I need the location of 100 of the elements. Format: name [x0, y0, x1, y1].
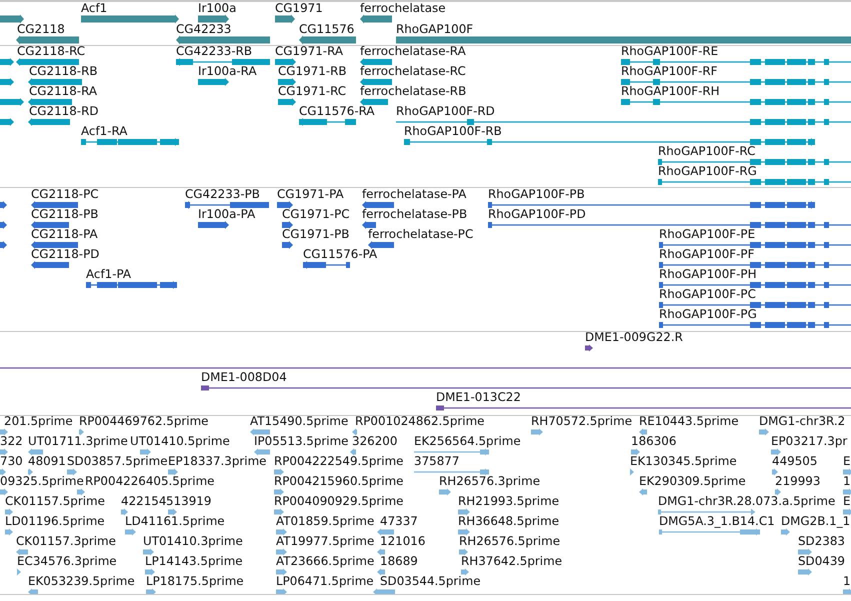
- protein-label: ferrochelatase-PC: [368, 228, 474, 241]
- protein-glyph: [277, 201, 293, 209]
- est-label: RP001024862.5prime: [355, 416, 485, 428]
- transcript-label: CG11576-RA: [299, 105, 375, 118]
- est-label: AT23666.5prime: [276, 555, 374, 568]
- est-glyph: [145, 568, 155, 576]
- est-label: 09325.5prime: [0, 475, 84, 488]
- transcript-glyph: [16, 58, 79, 66]
- protein-label: RhoGAP100F-PG: [659, 308, 757, 321]
- est-glyph: [639, 428, 647, 436]
- transcript-glyph: [28, 118, 70, 126]
- clone-label: DME1-013C22: [436, 391, 521, 404]
- transcript-label: CG2118-RC: [17, 46, 86, 58]
- est-glyph: [276, 588, 287, 594]
- transcript-glyph: [278, 98, 296, 106]
- est-glyph: [0, 488, 8, 496]
- est-label: RH37642.5prime: [461, 555, 562, 568]
- est-glyph: [352, 428, 357, 436]
- protein-glyph: [0, 201, 7, 209]
- protein-label: Acf1-PA: [86, 268, 132, 281]
- est-glyph: [798, 548, 812, 556]
- est-glyph: [461, 568, 469, 576]
- est-label: 47337: [380, 515, 418, 528]
- transcript-glyph: [360, 98, 388, 106]
- clone-label: DME1-009G22.R: [585, 332, 683, 344]
- est-label: 513919: [166, 495, 212, 508]
- est-glyph: [28, 588, 38, 594]
- est-label: RH26576.5prime: [459, 535, 560, 548]
- est-label: RE10443.5prime: [639, 416, 739, 428]
- protein-glyph: [368, 241, 394, 249]
- est-glyph: [276, 548, 287, 556]
- est-label: RP004469762.5prime: [79, 416, 209, 428]
- est-label: 1: [843, 475, 851, 488]
- transcript-glyph: [28, 98, 72, 106]
- est-glyph: [843, 588, 851, 594]
- est-glyph: [274, 488, 284, 496]
- est-glyph: [631, 448, 640, 456]
- protein-glyph: [31, 241, 78, 249]
- est-label: 322: [0, 435, 23, 448]
- transcript-label: RhoGAP100F-RB: [404, 125, 502, 138]
- gene-label: CG11576: [299, 23, 354, 36]
- gene-label: CG2118: [17, 23, 65, 36]
- est-label: RH26576.3prime: [439, 475, 540, 488]
- est-glyph: [254, 448, 270, 456]
- protein-label: RhoGAP100F-PH: [659, 268, 757, 281]
- est-glyph: [79, 428, 84, 436]
- est-glyph: [140, 448, 151, 456]
- est-glyph: [5, 528, 13, 536]
- est-glyph: [759, 428, 769, 436]
- transcript-label: Ir100a-RA: [198, 65, 257, 78]
- protein-label: RhoGAP100F-PC: [659, 288, 756, 301]
- transcript-glyph: [0, 98, 24, 106]
- est-label: RP004226405.5prime: [85, 475, 215, 488]
- transcript-label: CG2118-RA: [29, 85, 97, 98]
- est-glyph: [377, 548, 385, 556]
- protein-glyph: [303, 261, 350, 269]
- est-glyph: [276, 528, 287, 536]
- est-label: LP14143.5prime: [145, 555, 243, 568]
- est-glyph: [121, 508, 128, 516]
- gene-label: CG1971: [275, 2, 323, 15]
- est-label: UT01410.5prime: [130, 435, 230, 448]
- protein-label: ferrochelatase-PB: [362, 208, 468, 221]
- protein-glyph: [0, 241, 7, 249]
- est-glyph: [0, 468, 6, 476]
- transcript-label: RhoGAP100F-RH: [621, 85, 720, 98]
- gene-bar: [198, 14, 229, 24]
- est-glyph: [0, 448, 8, 456]
- est-glyph: [459, 548, 468, 556]
- est-glyph: [0, 428, 8, 436]
- est-label: UT01711.3prime: [28, 435, 128, 448]
- gene-bar: [299, 36, 356, 44]
- est-label: AT15490.5prime: [250, 416, 348, 428]
- gene-bar: [275, 14, 295, 24]
- transcript-label: Acf1-RA: [81, 125, 128, 138]
- protein-glyph: [282, 221, 293, 229]
- gene-bar: [0, 14, 24, 24]
- est-glyph: [28, 468, 33, 476]
- protein-label: CG1971-PB: [282, 228, 350, 241]
- transcript-label: CG2118-RB: [29, 65, 98, 78]
- protein-label: RhoGAP100F-PE: [659, 228, 756, 241]
- est-label: 326200: [352, 435, 398, 448]
- est-label: 18689: [380, 555, 418, 568]
- transcript-label: CG2118-RD: [29, 105, 98, 118]
- protein-glyph: [0, 221, 7, 229]
- transcript-label: CG1971-RA: [275, 46, 343, 58]
- gene-label: CG42233: [176, 23, 232, 36]
- protein-label: CG11576-PA: [303, 248, 378, 261]
- est-label: 201.5prime: [4, 416, 73, 428]
- transcript-label: RhoGAP100F-RC: [658, 145, 756, 158]
- est-glyph: [439, 488, 451, 496]
- est-label: EC34576.3prime: [17, 555, 117, 568]
- est-glyph: [77, 488, 85, 496]
- protein-label: CG1971-PA: [277, 188, 344, 201]
- transcript-glyph: [360, 78, 392, 86]
- est-label: UT01410.3prime: [143, 535, 243, 548]
- est-label: SD2383: [798, 535, 845, 548]
- est-label: CK01157.3prime: [16, 535, 116, 548]
- est-label: 422154: [121, 495, 166, 508]
- est-label: RH36648.5prime: [458, 515, 560, 528]
- est-label: EP03217.3pr: [771, 435, 848, 448]
